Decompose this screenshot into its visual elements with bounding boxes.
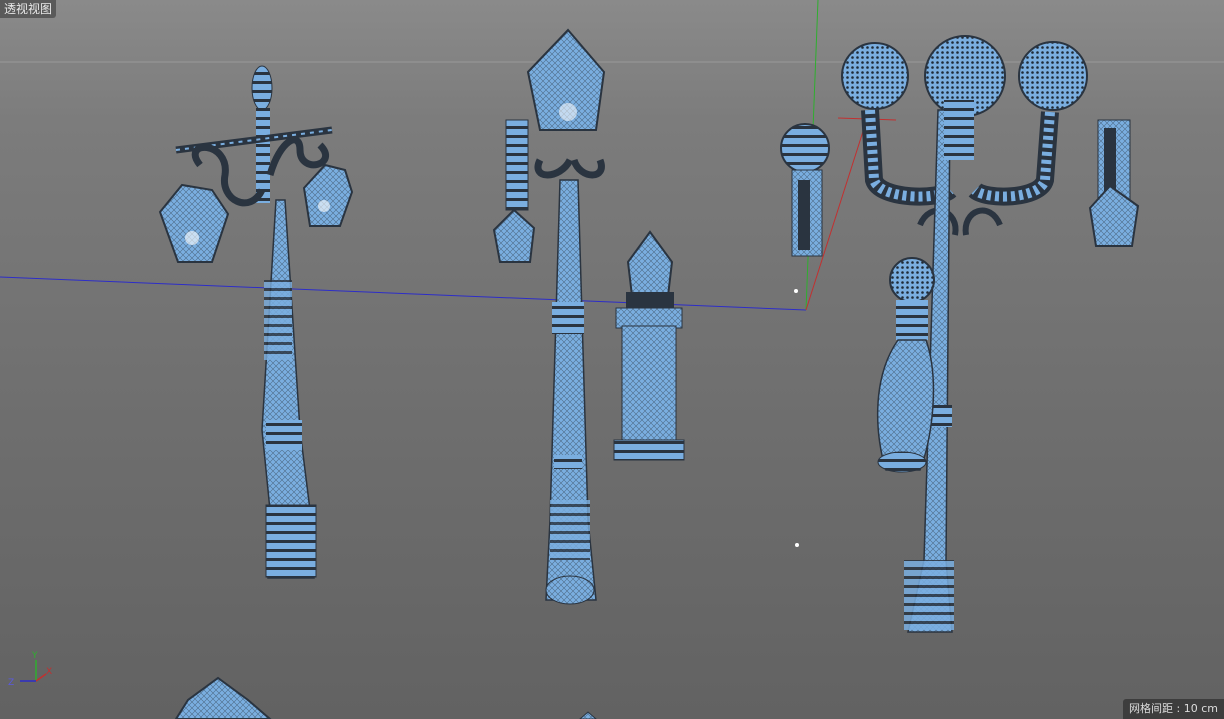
scene-canvas[interactable] [0, 0, 1224, 719]
x-axis-label: X [46, 667, 52, 677]
z-axis-line [0, 276, 807, 311]
axis-gizmo: Y X Z [8, 651, 52, 688]
perspective-viewport[interactable]: 透视视图 Y X Z 网格间距 : 10 cm [0, 0, 1224, 719]
partial-post-bottom [579, 711, 597, 719]
y-axis-label: Y [31, 651, 38, 661]
light-marker [795, 543, 799, 547]
grid-spacing-readout: 网格间距 : 10 cm [1123, 699, 1224, 719]
lamp-post-double-lantern [158, 65, 354, 579]
triple-globe-lamp-post [841, 35, 1088, 633]
partial-lantern-bottom [174, 676, 272, 719]
viewport-title[interactable]: 透视视图 [0, 0, 57, 18]
short-pillar-lantern [613, 230, 685, 461]
wall-globe-sconce [780, 123, 830, 257]
light-marker [794, 289, 798, 293]
bollard-globe-lamp [877, 257, 935, 473]
wall-lantern-right [1088, 119, 1140, 247]
lamp-post-single-lantern [492, 28, 606, 605]
z-axis-label: Z [8, 678, 14, 688]
